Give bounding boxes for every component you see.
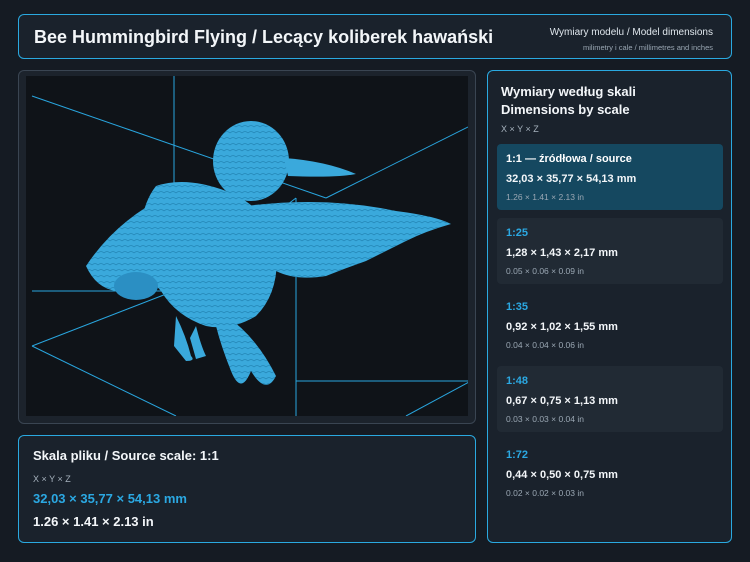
scale-label: 1:72 bbox=[506, 449, 529, 461]
model-viewer-panel bbox=[18, 70, 476, 424]
scale-dimensions-inches: 0.05 × 0.06 × 0.09 in bbox=[506, 266, 584, 276]
page-title: Bee Hummingbird Flying / Lecący kolibere… bbox=[34, 27, 494, 47]
scales-title: Wymiary według skali bbox=[501, 84, 636, 99]
scale-dimensions-mm: 32,03 × 35,77 × 54,13 mm bbox=[506, 173, 637, 185]
scale-dimensions-inches: 1.26 × 1.41 × 2.13 in bbox=[506, 192, 584, 202]
scales-panel: Wymiary według skali Dimensions by scale… bbox=[487, 70, 732, 543]
scale-dimensions-mm: 1,28 × 1,43 × 2,17 mm bbox=[506, 247, 618, 259]
hummingbird-model-render bbox=[31, 76, 468, 416]
scale-dimensions-inches: 0.03 × 0.03 × 0.04 in bbox=[506, 414, 584, 424]
scales-title-english: Dimensions by scale bbox=[501, 102, 630, 117]
header-panel: Bee Hummingbird Flying / Lecący kolibere… bbox=[18, 14, 732, 59]
scale-dimensions-mm: 0,44 × 0,50 × 0,75 mm bbox=[506, 469, 618, 481]
scales-axes-label: X × Y × Z bbox=[501, 124, 539, 134]
scale-card-1-1[interactable]: 1:1 — źródłowa / source 32,03 × 35,77 × … bbox=[497, 144, 723, 210]
hummingbird-silhouette bbox=[86, 121, 451, 385]
scale-dimensions-mm: 0,67 × 0,75 × 1,13 mm bbox=[506, 395, 618, 407]
source-scale-title: Skala pliku / Source scale: 1:1 bbox=[33, 448, 219, 463]
scale-card-1-48[interactable]: 1:48 0,67 × 0,75 × 1,13 mm 0.03 × 0.03 ×… bbox=[497, 366, 723, 432]
header-subtitle: Wymiary modelu / Model dimensions bbox=[549, 27, 713, 38]
source-axes-label: X × Y × Z bbox=[33, 474, 71, 484]
scale-label: 1:48 bbox=[506, 375, 529, 387]
scale-card-1-35[interactable]: 1:35 0,92 × 1,02 × 1,55 mm 0.04 × 0.04 ×… bbox=[497, 292, 723, 358]
scale-label: 1:25 bbox=[506, 227, 529, 239]
scale-label: 1:35 bbox=[506, 301, 529, 313]
scale-dimensions-inches: 0.02 × 0.02 × 0.03 in bbox=[506, 488, 584, 498]
scale-card-1-72[interactable]: 1:72 0,44 × 0,50 × 0,75 mm 0.02 × 0.02 ×… bbox=[497, 440, 723, 506]
scale-dimensions-inches: 0.04 × 0.04 × 0.06 in bbox=[506, 340, 584, 350]
scale-dimensions-mm: 0,92 × 1,02 × 1,55 mm bbox=[506, 321, 618, 333]
header-caption: milimetry i cale / millimetres and inche… bbox=[582, 43, 713, 52]
source-dimensions-mm: 32,03 × 35,77 × 54,13 mm bbox=[33, 491, 187, 506]
source-dimensions-inches: 1.26 × 1.41 × 2.13 in bbox=[33, 514, 154, 529]
source-scale-panel: Skala pliku / Source scale: 1:1 X × Y × … bbox=[18, 435, 476, 543]
scale-card-1-25[interactable]: 1:25 1,28 × 1,43 × 2,17 mm 0.05 × 0.06 ×… bbox=[497, 218, 723, 284]
scale-label: 1:1 — źródłowa / source bbox=[506, 153, 632, 165]
3d-viewport[interactable] bbox=[26, 76, 468, 416]
